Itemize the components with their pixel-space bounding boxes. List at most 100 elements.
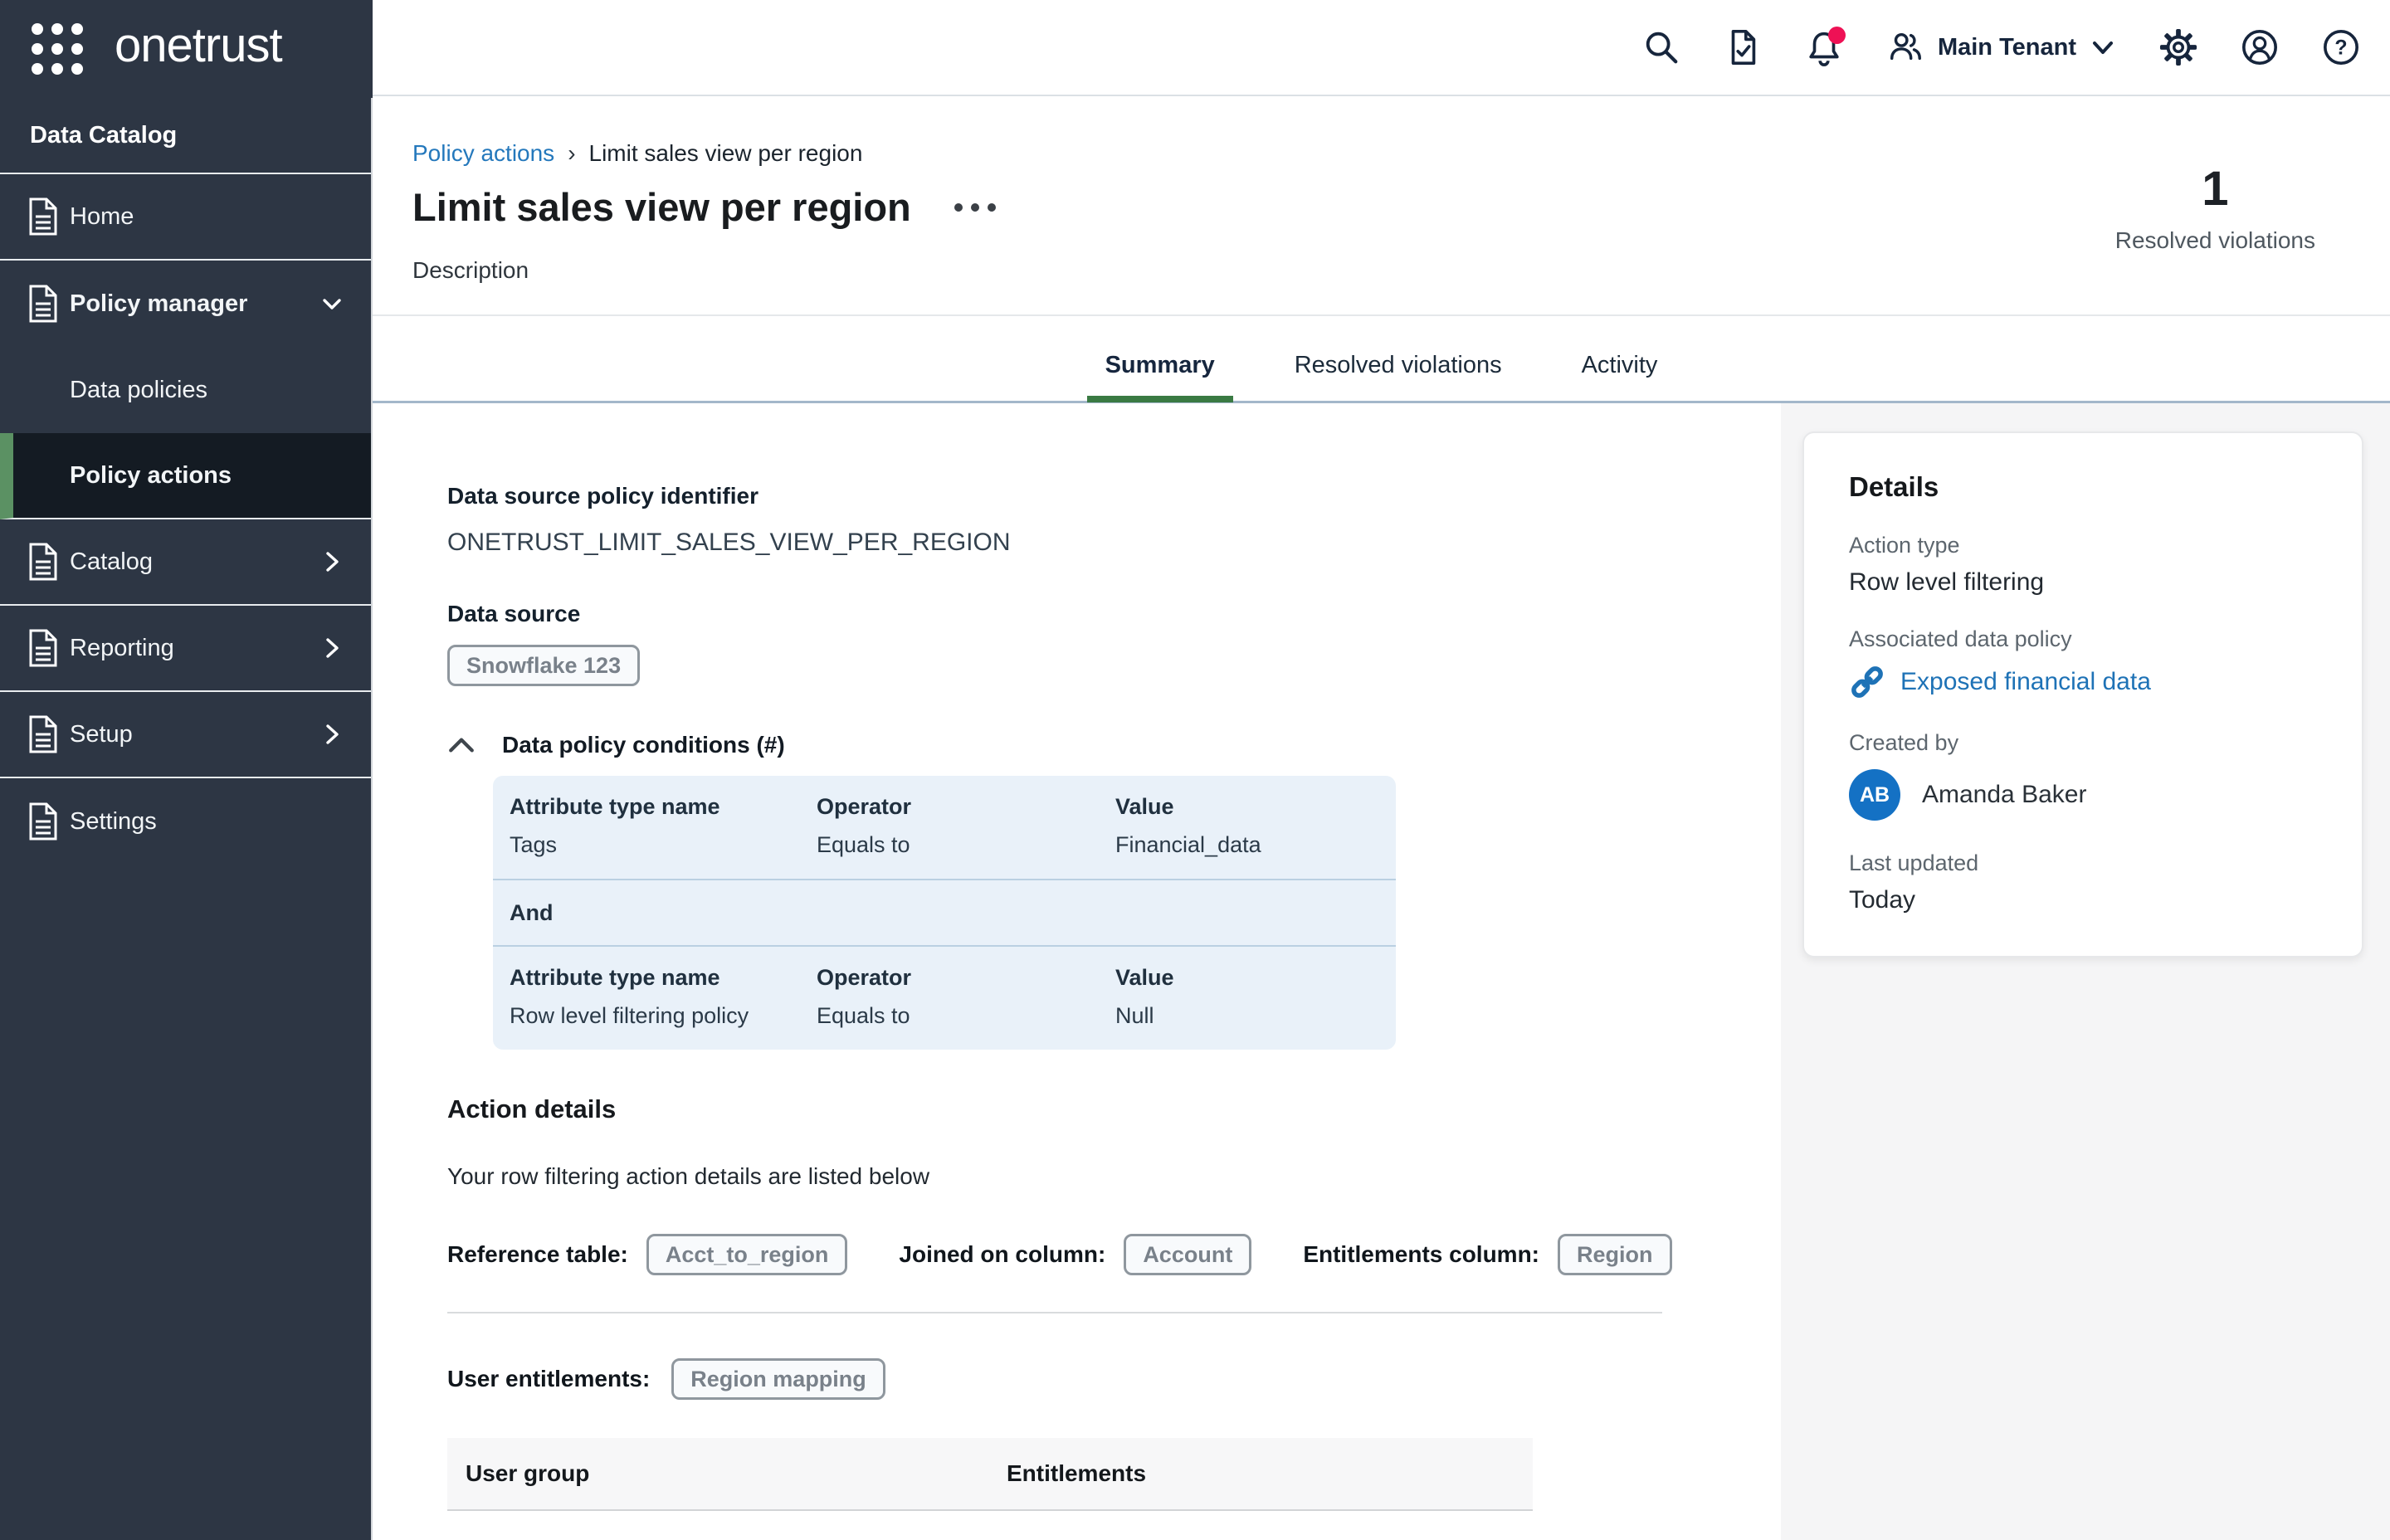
action-details-subtitle: Your row filtering action details are li… (447, 1162, 1758, 1191)
condition-value: Null (1115, 1001, 1379, 1030)
sidebar-item-settings[interactable]: Settings (0, 778, 371, 865)
notification-badge (1828, 27, 1846, 44)
column-header-user-group: User group (466, 1460, 1007, 1488)
data-source-chip: Snowflake 123 (447, 645, 640, 686)
document-icon (28, 629, 58, 667)
tab-activity[interactable]: Activity (1582, 328, 1658, 402)
tenant-label: Main Tenant (1938, 34, 2076, 61)
last-updated-label: Last updated (1849, 850, 2317, 876)
condition-operator: Equals to (817, 831, 1115, 859)
details-card: Details Action type Row level filtering … (1802, 431, 2363, 958)
main-content: Policy actions › Limit sales view per re… (373, 98, 2390, 1540)
condition-row: Attribute type name Tags Operator Equals… (493, 776, 1396, 879)
right-panel: Details Action type Row level filtering … (1781, 403, 2390, 1540)
gear-icon[interactable] (2159, 28, 2197, 66)
document-icon (28, 197, 58, 236)
condition-col-header: Attribute type name (510, 792, 817, 821)
brand-logo-block: onetrust (0, 0, 373, 98)
reference-table-field: Reference table: Acct_to_region (447, 1234, 847, 1275)
user-entitlements-row: User entitlements: Region mapping (447, 1358, 1758, 1400)
condition-conjunction: And (493, 880, 1396, 945)
page-title: Limit sales view per region (412, 183, 911, 232)
avatar: AB (1849, 769, 1900, 821)
tab-resolved-violations[interactable]: Resolved violations (1295, 328, 1502, 402)
identifier-label: Data source policy identifier (447, 482, 1758, 510)
svg-text:?: ? (2334, 37, 2347, 60)
action-type-value: Row level filtering (1849, 568, 2317, 597)
action-details-title: Action details (447, 1093, 1758, 1126)
chevron-right-icon (321, 548, 343, 575)
condition-attribute: Tags (510, 831, 817, 859)
stat-value: 1 (2115, 163, 2315, 216)
breadcrumb-policy-actions-link[interactable]: Policy actions (412, 139, 554, 168)
condition-col-header: Attribute type name (510, 963, 817, 992)
user-entitlements-chip: Region mapping (671, 1358, 885, 1400)
entitlements-table: User group Entitlements (447, 1438, 1533, 1511)
joined-on-column-field: Joined on column: Account (899, 1234, 1251, 1275)
help-icon[interactable]: ? (2322, 28, 2360, 66)
condition-col-header: Value (1115, 792, 1379, 821)
associated-policy-link-row[interactable]: Exposed financial data (1849, 664, 2317, 700)
document-icon (28, 802, 58, 841)
account-icon[interactable] (2241, 28, 2279, 66)
joined-on-column-chip: Account (1124, 1234, 1251, 1275)
condition-col-header: Operator (817, 963, 1115, 992)
details-title: Details (1849, 471, 2317, 503)
document-icon (28, 715, 58, 753)
sidebar-nav: Data Catalog Home Policy manager Data po… (0, 98, 373, 1540)
created-by-label: Created by (1849, 730, 2317, 756)
section-divider (447, 1312, 1662, 1313)
sidebar-item-policy-actions[interactable]: Policy actions (0, 433, 371, 519)
collapse-chevron-up-icon[interactable] (447, 736, 476, 754)
breadcrumb-separator: › (568, 139, 575, 168)
document-check-icon[interactable] (1724, 28, 1762, 66)
search-icon[interactable] (1642, 28, 1680, 66)
sidebar-item-home[interactable]: Home (0, 174, 371, 261)
tab-bar: Summary Resolved violations Activity (373, 328, 2390, 402)
breadcrumb-current: Limit sales view per region (589, 139, 863, 168)
associated-policy-link[interactable]: Exposed financial data (1900, 668, 2151, 696)
tenant-switcher[interactable]: Main Tenant (1886, 28, 2116, 66)
description-label: Description (412, 257, 529, 284)
reference-table-chip: Acct_to_region (646, 1234, 848, 1275)
sidebar-item-data-policies[interactable]: Data policies (0, 347, 371, 433)
sidebar-item-catalog[interactable]: Catalog (0, 519, 371, 606)
condition-row: Attribute type name Row level filtering … (493, 947, 1396, 1050)
reference-table-label: Reference table: (447, 1241, 628, 1268)
conditions-title: Data policy conditions (#) (502, 731, 785, 759)
product-title: Data Catalog (0, 98, 371, 174)
identifier-value: ONETRUST_LIMIT_SALES_VIEW_PER_REGION (447, 527, 1758, 558)
conditions-panel: Attribute type name Tags Operator Equals… (493, 776, 1396, 1050)
summary-tab-content: Data source policy identifier ONETRUST_L… (447, 402, 1758, 1511)
condition-col-header: Operator (817, 792, 1115, 821)
more-actions-menu-icon[interactable] (951, 195, 999, 220)
action-details-fields: Reference table: Acct_to_region Joined o… (447, 1234, 1758, 1275)
document-icon (28, 285, 58, 323)
sidebar-item-reporting[interactable]: Reporting (0, 606, 371, 692)
tab-summary[interactable]: Summary (1105, 328, 1215, 402)
resolved-violations-stat: 1 Resolved violations (2115, 163, 2315, 254)
chevron-right-icon (321, 721, 343, 748)
document-icon (28, 543, 58, 581)
last-updated-value: Today (1849, 886, 2317, 914)
stat-label: Resolved violations (2115, 227, 2315, 254)
condition-value: Financial_data (1115, 831, 1379, 859)
condition-col-header: Value (1115, 963, 1379, 992)
associated-policy-label: Associated data policy (1849, 626, 2317, 652)
header-divider (373, 314, 2390, 316)
joined-on-column-label: Joined on column: (899, 1241, 1105, 1268)
users-icon (1886, 28, 1924, 66)
sidebar-item-policy-manager[interactable]: Policy manager (0, 261, 371, 347)
chevron-down-icon (2090, 34, 2116, 61)
condition-operator: Equals to (817, 1001, 1115, 1030)
sidebar-item-setup[interactable]: Setup (0, 692, 371, 778)
data-source-label: Data source (447, 600, 1758, 628)
created-by-row: AB Amanda Baker (1849, 769, 2317, 821)
entitlements-column-label: Entitlements column: (1303, 1241, 1539, 1268)
app-grid-icon[interactable] (32, 23, 83, 75)
link-icon (1849, 664, 1885, 700)
user-entitlements-label: User entitlements: (447, 1366, 650, 1392)
notifications-bell-icon[interactable] (1805, 28, 1843, 66)
breadcrumb: Policy actions › Limit sales view per re… (412, 139, 862, 168)
chevron-down-icon (321, 290, 343, 317)
